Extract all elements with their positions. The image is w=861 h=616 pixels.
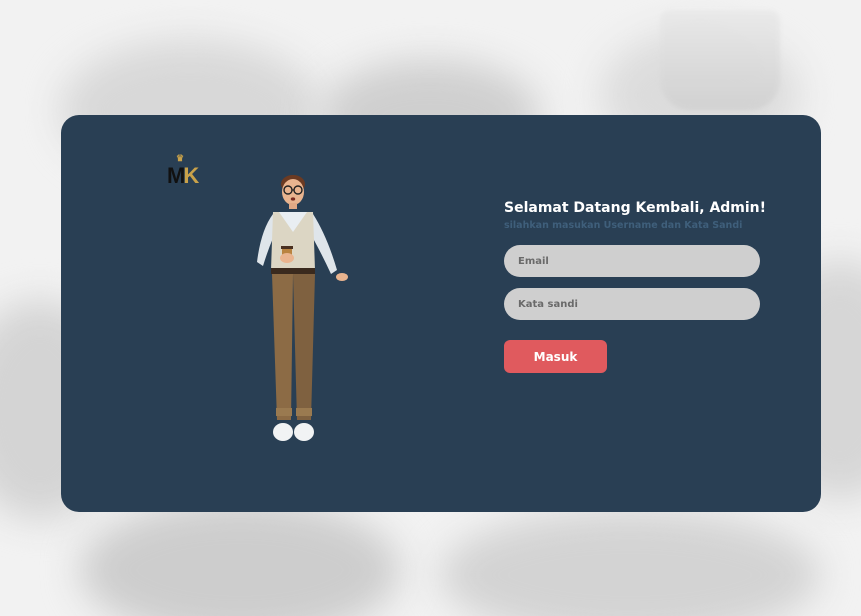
background-blur <box>440 510 820 616</box>
login-page: ♛ MK Selamat Datang Kembali, Admin! sila… <box>0 0 861 616</box>
email-input[interactable] <box>504 245 760 277</box>
welcome-title: Selamat Datang Kembali, Admin! <box>504 200 767 216</box>
login-submit-button[interactable]: Masuk <box>504 340 607 373</box>
man-holding-coffee-illustration <box>257 175 348 441</box>
login-form: Selamat Datang Kembali, Admin! silahkan … <box>504 200 824 373</box>
login-card: ♛ MK Selamat Datang Kembali, Admin! sila… <box>61 115 821 512</box>
logo-letter-m: M <box>167 163 185 188</box>
background-glass <box>660 10 780 110</box>
password-input[interactable] <box>504 288 760 320</box>
background-blur <box>80 500 400 616</box>
welcome-subtitle: silahkan masukan Username dan Kata Sandi <box>504 220 743 231</box>
logo-letter-k: K <box>183 163 199 188</box>
brand-logo: ♛ MK <box>167 153 199 189</box>
crown-icon: ♛ <box>176 153 185 163</box>
